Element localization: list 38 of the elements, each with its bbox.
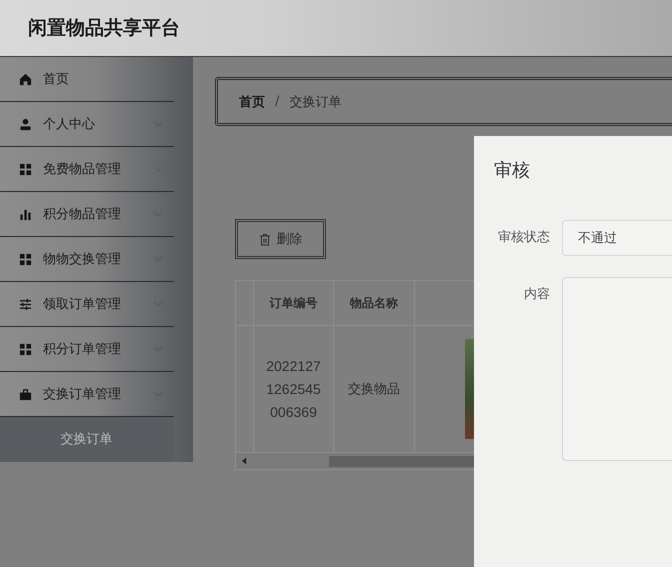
menu-item[interactable]: 积分物品管理 <box>0 192 174 237</box>
menu-label: 首页 <box>43 71 70 88</box>
status-select[interactable]: 不通过 <box>562 220 672 256</box>
grid-icon <box>19 252 32 266</box>
menu-label: 个人中心 <box>43 116 96 133</box>
menu-label: 积分订单管理 <box>43 341 122 358</box>
menu-label: 免费物品管理 <box>43 161 122 178</box>
breadcrumb-separator: / <box>275 94 280 109</box>
site-title: 闲置物品共享平台 <box>28 16 180 41</box>
sliders-icon <box>19 298 32 310</box>
column-header: 物品名称 <box>334 281 415 325</box>
menu-label: 领取订单管理 <box>43 296 122 313</box>
menu-item[interactable]: 物物交换管理 <box>0 237 174 282</box>
menu-item[interactable]: 个人中心 <box>0 102 174 147</box>
grid-icon <box>19 342 32 356</box>
home-icon <box>19 72 32 86</box>
table-cell-text: 交换物品 <box>348 381 400 398</box>
field-label: 内容 <box>523 286 551 304</box>
column-header: 订单编号 <box>254 281 334 325</box>
field-label: 审核状态 <box>497 229 551 247</box>
submenu-item[interactable]: 交换订单 <box>0 417 173 462</box>
menu-item[interactable]: 领取订单管理 <box>0 282 174 327</box>
menu-label: 物物交换管理 <box>43 251 122 268</box>
menu-label: 积分物品管理 <box>43 206 122 223</box>
menu-item[interactable]: 免费物品管理 <box>0 147 174 192</box>
delete-button[interactable]: 删除 <box>235 219 326 259</box>
scroll-left-icon[interactable] <box>242 457 247 465</box>
breadcrumb-link[interactable]: 首页 <box>239 92 265 110</box>
menu-item[interactable]: 积分订单管理 <box>0 327 174 372</box>
menu-label: 交换订单管理 <box>43 386 122 403</box>
user-icon <box>19 118 32 130</box>
bar-chart-icon <box>19 208 32 220</box>
dialog-title: 审核 <box>493 159 531 183</box>
trash-icon <box>258 232 270 246</box>
table-cell-text: 20221271262545006369 <box>266 356 322 422</box>
briefcase-icon <box>19 388 32 400</box>
menu-item[interactable]: 首页 <box>0 57 174 102</box>
grid-icon <box>19 162 32 176</box>
